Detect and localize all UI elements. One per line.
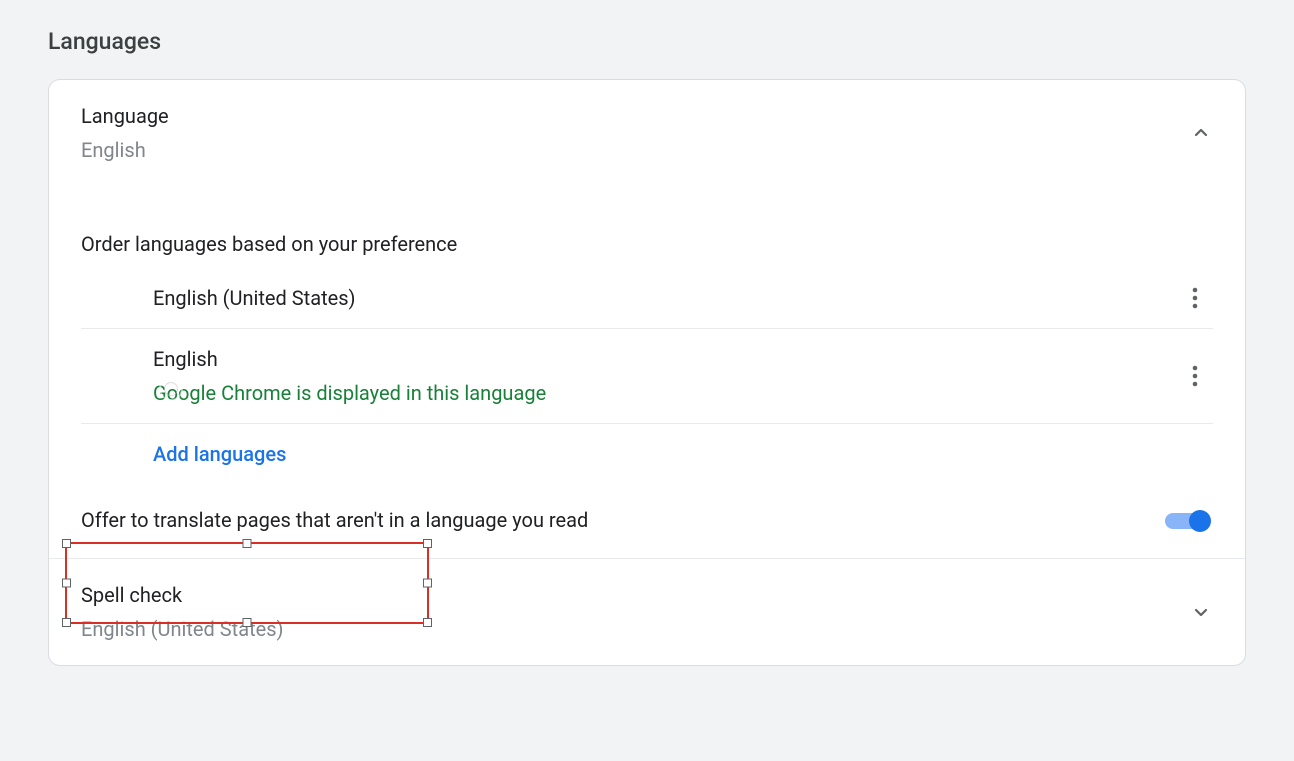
chevron-up-icon <box>1189 121 1213 145</box>
languages-card: Language English Order languages based o… <box>48 79 1246 666</box>
order-description: Order languages based on your preference <box>49 186 1245 268</box>
language-item: English (United States) <box>81 268 1213 329</box>
language-name: English (United States) <box>153 286 1213 310</box>
language-item-more-button[interactable] <box>1177 355 1213 397</box>
spellcheck-section-header[interactable]: Spell check English (United States) <box>49 559 1245 665</box>
language-item-more-button[interactable] <box>1177 277 1213 319</box>
chevron-down-icon <box>1189 600 1213 624</box>
language-section-header[interactable]: Language English <box>49 80 1245 186</box>
offer-translate-label: Offer to translate pages that aren't in … <box>81 508 588 532</box>
language-name: English <box>153 347 1213 371</box>
page-title: Languages <box>48 0 1246 79</box>
spellcheck-section-current: English (United States) <box>81 615 1213 643</box>
spellcheck-section-title: Spell check <box>81 581 1213 609</box>
offer-translate-toggle[interactable] <box>1161 509 1213 533</box>
language-section-current: English <box>81 136 1213 164</box>
add-languages-button[interactable]: Add languages <box>153 442 286 466</box>
language-section-title: Language <box>81 102 1213 130</box>
language-item: English Google Chrome is displayed in th… <box>81 329 1213 424</box>
add-languages-row: Add languages <box>81 424 1213 484</box>
language-display-note: Google Chrome is displayed in this langu… <box>153 381 1213 405</box>
offer-translate-row: Offer to translate pages that aren't in … <box>49 484 1245 559</box>
language-list: English (United States) English Google C… <box>49 268 1245 484</box>
